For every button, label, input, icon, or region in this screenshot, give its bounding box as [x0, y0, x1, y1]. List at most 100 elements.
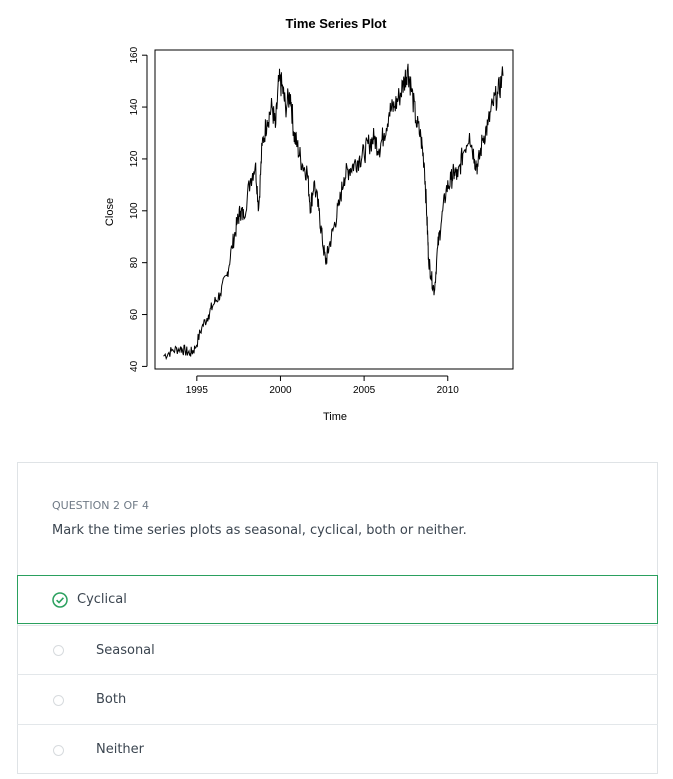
series-point	[430, 275, 431, 276]
plot-frame	[154, 49, 514, 370]
y-tick-label: 40	[129, 360, 140, 372]
series-points	[163, 68, 504, 357]
series-point	[338, 205, 339, 206]
series-point	[487, 125, 488, 126]
option-seasonal[interactable]: Seasonal	[17, 625, 658, 674]
series-point	[240, 210, 241, 211]
series-point	[208, 314, 209, 315]
series-point	[275, 127, 276, 128]
series-point	[482, 138, 483, 139]
series-point	[437, 247, 438, 248]
y-axis-label: Close	[104, 198, 116, 226]
series-point	[236, 223, 237, 224]
radio-empty-icon[interactable]	[53, 645, 64, 656]
radio-empty-icon[interactable]	[53, 745, 64, 756]
chart-title: Time Series Plot	[286, 16, 388, 31]
series-point	[474, 158, 475, 159]
y-tick-label: 80	[129, 257, 140, 269]
option-label: Cyclical	[77, 592, 127, 607]
series-point	[379, 148, 380, 149]
series-point	[307, 171, 308, 172]
series-point	[328, 247, 329, 248]
y-axis: 40 60 80 100 120 140 160	[129, 46, 148, 372]
series-point	[243, 215, 244, 216]
series-point	[415, 119, 416, 120]
series-point	[343, 176, 344, 177]
y-tick-label: 60	[129, 309, 140, 321]
x-tick-label: 2000	[269, 385, 292, 396]
y-tick-label: 160	[129, 46, 140, 63]
series-point	[399, 96, 400, 97]
series-point	[469, 132, 470, 133]
series-point	[440, 223, 441, 224]
option-neither[interactable]: Neither	[17, 724, 658, 774]
series-point	[302, 164, 303, 165]
series-point	[163, 355, 164, 356]
series-point	[410, 86, 411, 87]
series-point	[407, 68, 408, 69]
series-point	[285, 106, 286, 107]
series-point	[179, 348, 180, 349]
series-point	[171, 350, 172, 351]
series-point	[348, 169, 349, 170]
series-point	[434, 291, 435, 292]
x-axis-label: Time	[323, 411, 347, 423]
question-text: Mark the time series plots as seasonal, …	[52, 523, 467, 538]
series-point	[424, 164, 425, 165]
option-label: Neither	[96, 742, 145, 757]
series-point	[258, 208, 259, 209]
y-tick-label: 100	[129, 202, 140, 219]
series-point	[325, 262, 326, 263]
series-point	[261, 145, 262, 146]
series-point	[462, 153, 463, 154]
series-point	[451, 179, 452, 180]
series-point	[389, 112, 390, 113]
series-point	[190, 353, 191, 354]
series-point	[457, 176, 458, 177]
question-card: QUESTION 2 OF 4 Mark the time series plo…	[17, 462, 658, 774]
series-point	[358, 158, 359, 159]
series-point	[374, 138, 375, 139]
x-tick-label: 2005	[353, 385, 376, 396]
series-point	[353, 164, 354, 165]
series-point	[213, 304, 214, 305]
series-point	[426, 215, 427, 216]
series-point	[220, 293, 221, 294]
series-point	[195, 348, 196, 349]
series-point	[477, 166, 478, 167]
series-point	[255, 164, 256, 165]
series-point	[369, 143, 370, 144]
radio-empty-icon[interactable]	[53, 695, 64, 706]
series-point	[492, 104, 493, 105]
series-point	[310, 208, 311, 209]
y-tick-label: 140	[129, 98, 140, 115]
option-cyclical[interactable]: Cyclical	[17, 575, 658, 624]
series-point	[394, 106, 395, 107]
series-point	[293, 132, 294, 133]
series-point	[282, 86, 283, 87]
series-point	[290, 93, 291, 94]
series-point	[384, 132, 385, 133]
series-point	[364, 153, 365, 154]
x-tick-label: 1995	[186, 385, 209, 396]
option-label: Seasonal	[96, 643, 155, 658]
x-tick-label: 2010	[437, 385, 460, 396]
series-point	[420, 138, 421, 139]
y-tick-label: 120	[129, 150, 140, 167]
chart-svg: Time Series Plot 40 60 80 100 120 140 160 1995…	[104, 16, 514, 423]
series-point	[497, 93, 498, 94]
series-point	[404, 81, 405, 82]
series-point	[250, 179, 251, 180]
series-point	[454, 171, 455, 172]
question-number: QUESTION 2 OF 4	[52, 499, 149, 512]
option-both[interactable]: Both	[17, 674, 658, 724]
series-point	[428, 257, 429, 258]
series-point	[313, 182, 314, 183]
series-point	[445, 189, 446, 190]
series-point	[318, 210, 319, 211]
series-point	[226, 275, 227, 276]
series-point	[502, 75, 503, 76]
series-point	[297, 145, 298, 146]
series-point	[231, 247, 232, 248]
series-point	[185, 350, 186, 351]
